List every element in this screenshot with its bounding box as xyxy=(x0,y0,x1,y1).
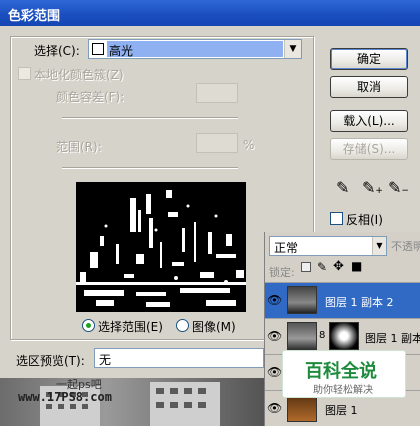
opacity-label: 不透明 xyxy=(391,240,420,253)
eyedropper-icon[interactable]: ✎ xyxy=(336,178,349,197)
localized-label: 本地化颜色簇(Z) xyxy=(34,68,124,82)
preview-select[interactable]: 无 xyxy=(94,348,264,368)
chevron-down-icon[interactable]: ▼ xyxy=(284,40,301,58)
select-value: 高光 xyxy=(109,44,134,58)
localized-checkbox[interactable] xyxy=(18,67,31,80)
layer-mask-thumbnail xyxy=(329,322,359,350)
cancel-button[interactable]: 取消 xyxy=(330,76,408,98)
eyedropper-plus-icon[interactable]: ✎+ xyxy=(362,178,383,197)
range-label: 范围(R): xyxy=(56,140,102,154)
lock-label: 锁定: xyxy=(269,266,295,279)
fuzziness-slider[interactable] xyxy=(62,117,238,119)
select-dropdown[interactable]: 高光 ▼ xyxy=(88,39,302,59)
move-icon[interactable]: ✥ xyxy=(333,259,344,274)
fuzziness-label: 颜色容差(F): xyxy=(56,90,125,104)
title-bar[interactable]: 色彩范围 xyxy=(0,0,420,26)
color-swatch xyxy=(92,43,104,55)
site-url: www.17PS8.com xyxy=(18,390,112,404)
range-unit: % xyxy=(243,138,255,152)
watermark-subtitle: 助你轻松解决 xyxy=(313,385,373,396)
city-highlights-graphic xyxy=(76,190,246,307)
lock-transparent-icon[interactable] xyxy=(301,262,311,272)
image-radio[interactable] xyxy=(176,319,189,332)
image-radio-label: 图像(M) xyxy=(192,320,236,334)
brush-icon[interactable]: ✎ xyxy=(317,260,327,274)
selection-radio[interactable] xyxy=(82,319,95,332)
layer-row[interactable]: 👁 8 图层 1 副本 xyxy=(265,318,420,354)
layer-name: 图层 1 副本 2 xyxy=(325,296,394,309)
layer-thumbnail xyxy=(287,322,317,350)
layer-thumbnail xyxy=(287,286,317,314)
select-highlight xyxy=(107,41,283,57)
layer-thumbnail xyxy=(287,394,317,422)
preview-label: 选区预览(T): xyxy=(16,354,85,368)
invert-checkbox[interactable] xyxy=(330,212,343,225)
range-field[interactable] xyxy=(196,133,238,153)
ok-button[interactable]: 确定 xyxy=(330,48,408,70)
layer-row[interactable]: 👁 图层 1 副本 2 xyxy=(265,282,420,318)
chevron-down-icon[interactable]: ▼ xyxy=(372,237,386,255)
preview-value: 无 xyxy=(99,353,112,367)
invert-label: 反相(I) xyxy=(346,213,383,227)
eye-icon[interactable]: 👁 xyxy=(267,365,282,379)
blend-mode-value: 正常 xyxy=(274,241,299,255)
link-icon: 8 xyxy=(319,330,326,341)
watermark-title: 百科全说 xyxy=(305,361,377,382)
save-button[interactable]: 存储(S)... xyxy=(330,138,408,160)
eye-icon[interactable]: 👁 xyxy=(267,329,282,343)
preview-image[interactable] xyxy=(76,182,246,312)
selection-radio-label: 选择范围(E) xyxy=(98,320,163,334)
eyedropper-minus-icon[interactable]: ✎− xyxy=(388,178,409,197)
watermark-badge: 百科全说 助你轻松解决 xyxy=(282,350,406,398)
load-button[interactable]: 载入(L)... xyxy=(330,110,408,132)
lock-icon[interactable]: ■ xyxy=(351,259,362,273)
background-photo: 一起ps吧 www.17PS8.com xyxy=(0,378,264,426)
fuzziness-field[interactable] xyxy=(196,83,238,103)
eye-icon[interactable]: 👁 xyxy=(267,293,282,307)
blend-mode-select[interactable]: 正常 ▼ xyxy=(269,236,387,256)
eye-icon[interactable]: 👁 xyxy=(267,401,282,415)
layer-name: 图层 1 副本 xyxy=(365,332,420,345)
window-title: 色彩范围 xyxy=(8,9,61,24)
select-label: 选择(C): xyxy=(34,44,80,58)
layer-name: 图层 1 xyxy=(325,404,358,417)
range-slider[interactable] xyxy=(62,167,238,169)
